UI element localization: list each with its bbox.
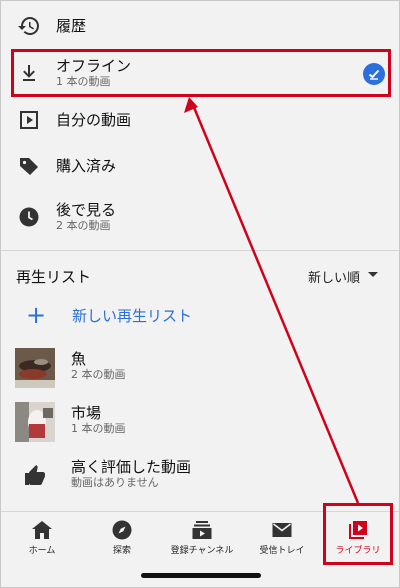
- chevron-down-icon: [366, 269, 380, 284]
- library-item-history[interactable]: 履歴: [1, 9, 399, 43]
- inbox-icon: [243, 518, 321, 542]
- nav-explore[interactable]: 探索: [83, 512, 161, 568]
- playlist-item-fish[interactable]: 魚 2 本の動画: [1, 346, 399, 390]
- playlist-thumbnail: [15, 402, 55, 442]
- library-item-label: 履歴: [56, 17, 87, 35]
- playlists-section-title: 再生リスト: [16, 268, 92, 286]
- playlist-title: 魚: [71, 350, 87, 368]
- thumbs-up-icon: [21, 462, 49, 490]
- new-playlist-button[interactable]: + 新しい再生リスト: [26, 303, 192, 327]
- playlist-count: 1 本の動画: [71, 422, 126, 435]
- home-indicator: [141, 573, 261, 578]
- history-icon: [15, 12, 43, 40]
- home-icon: [3, 518, 81, 542]
- library-item-label: 自分の動画: [56, 111, 132, 129]
- library-item-count: 2 本の動画: [56, 219, 111, 232]
- new-playlist-label: 新しい再生リスト: [72, 306, 193, 325]
- playlist-item-liked-videos[interactable]: 高く評価した動画 動画はありません: [1, 456, 399, 496]
- nav-home[interactable]: ホーム: [3, 512, 81, 568]
- nav-inbox[interactable]: 受信トレイ: [243, 512, 321, 568]
- sort-dropdown[interactable]: 新しい順: [308, 267, 380, 286]
- play-box-icon: [15, 106, 43, 134]
- playlist-title: 高く評価した動画: [71, 458, 192, 476]
- downloaded-check-icon: [363, 63, 385, 85]
- library-item-purchases[interactable]: 購入済み: [1, 149, 399, 183]
- nav-label: 登録チャンネル: [170, 546, 234, 556]
- nav-label: 探索: [112, 546, 131, 556]
- explore-icon: [83, 518, 161, 542]
- library-item-label: 後で見る: [56, 201, 117, 219]
- plus-icon: +: [26, 301, 47, 329]
- library-screen: 履歴 オフライン 1 本の動画 自分の動画 購入済み 後で見る 2 本の動画 再…: [0, 0, 400, 588]
- nav-label: ホーム: [28, 546, 56, 556]
- library-item-label: 購入済み: [56, 157, 117, 175]
- section-divider: [1, 250, 399, 251]
- playlist-count: 動画はありません: [71, 476, 159, 489]
- annotation-highlight-box: [11, 49, 391, 97]
- library-item-my-videos[interactable]: 自分の動画: [1, 103, 399, 137]
- nav-subscriptions[interactable]: 登録チャンネル: [163, 512, 241, 568]
- playlist-count: 2 本の動画: [71, 368, 126, 381]
- annotation-highlight-box: [323, 503, 393, 565]
- playlist-item-market[interactable]: 市場 1 本の動画: [1, 400, 399, 444]
- subscriptions-icon: [163, 518, 241, 542]
- sort-label: 新しい順: [308, 271, 361, 286]
- playlist-thumbnail: [15, 348, 55, 388]
- tag-icon: [15, 152, 43, 180]
- clock-icon: [15, 203, 43, 231]
- library-item-watch-later[interactable]: 後で見る 2 本の動画: [1, 197, 399, 237]
- nav-label: 受信トレイ: [259, 546, 305, 556]
- playlist-title: 市場: [71, 404, 102, 422]
